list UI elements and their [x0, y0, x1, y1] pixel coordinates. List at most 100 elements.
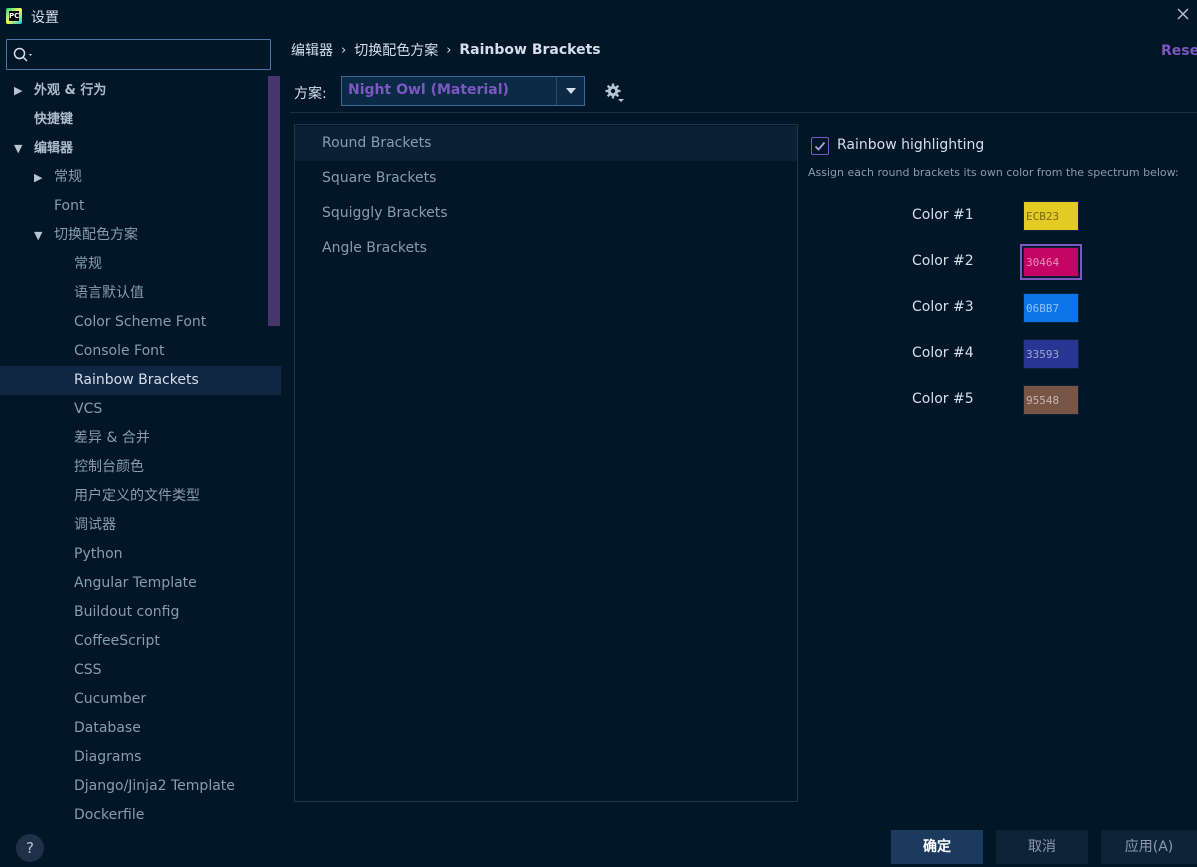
sidebar-item[interactable]: Database — [0, 714, 281, 743]
sidebar-item[interactable]: 常规 — [0, 250, 281, 279]
sidebar-item-label: 控制台颜色 — [74, 459, 144, 475]
sidebar-item[interactable]: CoffeeScript — [0, 627, 281, 656]
sidebar-item[interactable]: Rainbow Brackets — [0, 366, 281, 395]
cancel-button[interactable]: 取消 — [996, 830, 1088, 864]
color-swatch[interactable]: 06BB7 — [1023, 293, 1079, 323]
sidebar-item[interactable]: ▼ 切换配色方案 — [0, 221, 281, 250]
chevron-right-icon: › — [446, 42, 452, 58]
sidebar-item-label: Buildout config — [74, 604, 180, 620]
color-label: Color #4 — [912, 345, 974, 361]
color-row: Color #3 06BB7 — [912, 293, 1152, 323]
bracket-type-item[interactable]: Round Brackets — [295, 126, 797, 161]
sidebar-item-label: 用户定义的文件类型 — [74, 488, 200, 504]
collapse-arrow-icon[interactable]: ▼ — [34, 221, 48, 250]
bracket-type-item[interactable]: Angle Brackets — [295, 231, 797, 266]
window-title: 设置 — [31, 10, 59, 26]
color-label: Color #5 — [912, 391, 974, 407]
sidebar-item-label: Color Scheme Font — [74, 314, 207, 330]
sidebar-item-label: Rainbow Brackets — [74, 372, 199, 388]
sidebar-item[interactable]: 差异 & 合并 — [0, 424, 281, 453]
sidebar-item[interactable]: Django/Jinja2 Template — [0, 772, 281, 801]
rainbow-highlighting-checkbox[interactable] — [811, 137, 829, 155]
bracket-type-list: Round Brackets Square Brackets Squiggly Br… — [294, 124, 798, 802]
rainbow-description: Assign each round brackets its own color… — [808, 166, 1179, 179]
tree-scrollbar[interactable] — [268, 76, 280, 326]
sidebar-item[interactable]: Diagrams — [0, 743, 281, 772]
expand-arrow-icon[interactable]: ▶ — [34, 163, 48, 192]
collapse-arrow-icon[interactable]: ▼ — [14, 134, 28, 163]
sidebar-item-label: Font — [54, 198, 85, 214]
help-button[interactable]: ? — [16, 834, 44, 862]
color-row: Color #5 95548 — [912, 385, 1152, 415]
dropdown-arrow-button[interactable] — [556, 77, 584, 105]
sidebar-item-label: Dockerfile — [74, 807, 145, 821]
breadcrumb-item[interactable]: 编辑器 — [291, 40, 333, 60]
chevron-right-icon: › — [341, 42, 347, 58]
reset-link[interactable]: Reset — [1161, 43, 1197, 59]
color-label: Color #1 — [912, 207, 974, 223]
sidebar-item-label: CSS — [74, 662, 102, 678]
sidebar-item-label: 语言默认值 — [74, 285, 144, 301]
color-swatch[interactable]: ECB23 — [1023, 201, 1079, 231]
sidebar-item[interactable]: Console Font — [0, 337, 281, 366]
sidebar-item-label: 外观 & 行为 — [34, 83, 107, 98]
sidebar-item[interactable]: 快捷键 — [0, 105, 281, 134]
sidebar-item[interactable]: Buildout config — [0, 598, 281, 627]
expand-arrow-icon[interactable]: ▶ — [14, 76, 28, 105]
sidebar-item[interactable]: ▶ 常规 — [0, 163, 281, 192]
sidebar-item-label: CoffeeScript — [74, 633, 160, 649]
sidebar-item[interactable]: 用户定义的文件类型 — [0, 482, 281, 511]
checkmark-icon — [814, 141, 826, 151]
sidebar-item[interactable]: 调试器 — [0, 511, 281, 540]
apply-button[interactable]: 应用(A) — [1101, 830, 1197, 864]
color-label: Color #2 — [912, 253, 974, 269]
sidebar-item[interactable]: 语言默认值 — [0, 279, 281, 308]
sidebar-item[interactable]: Angular Template — [0, 569, 281, 598]
chevron-down-icon — [566, 88, 576, 94]
sidebar-item-label: 切换配色方案 — [54, 227, 138, 243]
sidebar-item-label: Cucumber — [74, 691, 147, 707]
sidebar-item[interactable]: ▶ 外观 & 行为 — [0, 76, 281, 105]
sidebar-item[interactable]: Python — [0, 540, 281, 569]
sidebar-item-label: Python — [74, 546, 123, 562]
close-icon[interactable] — [1175, 6, 1191, 22]
sidebar-item[interactable]: CSS — [0, 656, 281, 685]
search-box[interactable] — [6, 39, 271, 70]
sidebar-item[interactable]: Color Scheme Font — [0, 308, 281, 337]
ok-button[interactable]: 确定 — [891, 830, 983, 864]
sidebar-item[interactable]: Font — [0, 192, 281, 221]
color-swatch[interactable]: 30464 — [1020, 244, 1082, 280]
scheme-label: 方案: — [294, 86, 327, 102]
color-swatch[interactable]: 95548 — [1023, 385, 1079, 415]
sidebar-item-label: Angular Template — [74, 575, 197, 591]
sidebar-item-label: 常规 — [54, 169, 82, 185]
sidebar-item-label: 差异 & 合并 — [74, 430, 150, 446]
sidebar-item[interactable]: 控制台颜色 — [0, 453, 281, 482]
scheme-dropdown[interactable]: Night Owl (Material) — [341, 76, 585, 106]
sidebar-item[interactable]: VCS — [0, 395, 281, 424]
search-input[interactable] — [41, 44, 261, 66]
divider — [290, 112, 1197, 113]
sidebar-item-label: 快捷键 — [34, 112, 74, 127]
sidebar-item-label: 常规 — [74, 256, 102, 272]
settings-sidebar: ▶ 外观 & 行为 快捷键 ▼ 编辑器 ▶ 常规 Font ▼ 切换配色方案 常规 语言默认值 Colo… — [0, 32, 281, 867]
sidebar-item-label: Django/Jinja2 Template — [74, 778, 235, 794]
bracket-type-item[interactable]: Square Brackets — [295, 161, 797, 196]
sidebar-item[interactable]: Cucumber — [0, 685, 281, 714]
sidebar-item[interactable]: Dockerfile — [0, 801, 281, 821]
gear-icon[interactable] — [604, 82, 626, 104]
color-row: Color #1 ECB23 — [912, 201, 1152, 231]
color-row: Color #4 33593 — [912, 339, 1152, 369]
breadcrumb-item[interactable]: 切换配色方案 — [354, 40, 438, 60]
search-icon — [13, 47, 32, 62]
sidebar-item-label: 调试器 — [74, 517, 116, 533]
sidebar-item-label: VCS — [74, 401, 103, 417]
scheme-value: Night Owl (Material) — [348, 82, 509, 98]
color-swatch[interactable]: 33593 — [1023, 339, 1079, 369]
settings-tree: ▶ 外观 & 行为 快捷键 ▼ 编辑器 ▶ 常规 Font ▼ 切换配色方案 常规 语言默认值 Colo… — [0, 76, 281, 821]
sidebar-item-label: Console Font — [74, 343, 165, 359]
sidebar-item[interactable]: ▼ 编辑器 — [0, 134, 281, 163]
sidebar-item-label: Database — [74, 720, 141, 736]
bracket-type-item[interactable]: Squiggly Brackets — [295, 196, 797, 231]
pycharm-logo-icon: PC — [6, 8, 22, 24]
